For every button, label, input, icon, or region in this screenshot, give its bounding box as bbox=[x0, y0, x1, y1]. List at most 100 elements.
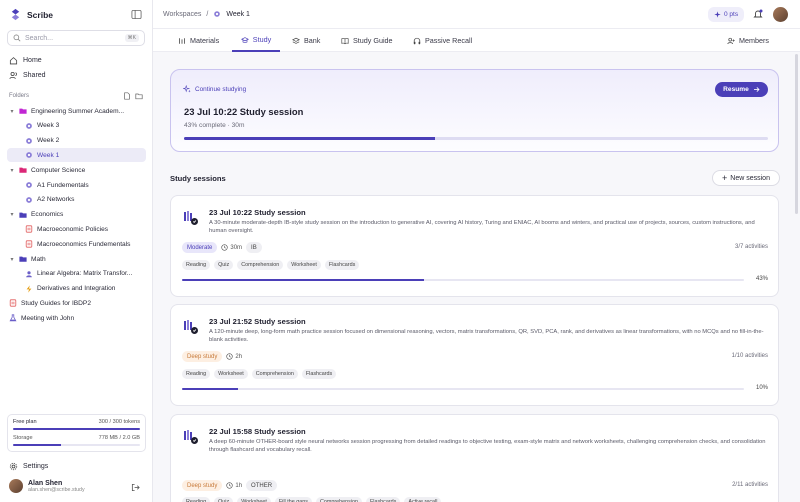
tree-item-label: Linear Algebra: Matrix Transfor... bbox=[37, 270, 133, 278]
points-badge[interactable]: 0 pts bbox=[708, 7, 745, 22]
continue-label-row: Continue studying bbox=[183, 85, 246, 93]
topbar: Workspaces / Week 1 0 pts bbox=[153, 0, 800, 29]
tree-item-label: A2 Networks bbox=[37, 196, 75, 204]
depth-badge: Moderate bbox=[182, 242, 218, 253]
session-meta: Deep study 1h OTHER bbox=[182, 480, 278, 491]
breadcrumb: Workspaces / Week 1 bbox=[163, 10, 250, 18]
continue-title: 23 Jul 10:22 Study session bbox=[184, 106, 304, 117]
brand[interactable]: Scribe bbox=[9, 8, 53, 21]
tree-item[interactable]: Study Guides for IBDP2 bbox=[7, 296, 146, 310]
clock-icon bbox=[221, 244, 228, 251]
activity-chip: Worksheet bbox=[214, 369, 248, 379]
search-placeholder: Search... bbox=[25, 34, 54, 42]
activity-count: 2/11 activities bbox=[732, 482, 768, 488]
study-session-icon bbox=[184, 211, 198, 225]
tab-materials[interactable]: Materials bbox=[178, 29, 219, 52]
chevron-down-icon[interactable]: ▾ bbox=[9, 256, 15, 263]
duration: 1h bbox=[226, 482, 242, 489]
tree-item[interactable]: Derivatives and Integration bbox=[7, 282, 146, 296]
nav-home[interactable]: Home bbox=[9, 56, 42, 65]
tree-item[interactable]: Meeting with John bbox=[7, 311, 146, 325]
document-icon bbox=[9, 299, 17, 307]
session-description: A 120-minute deep, long-form math practi… bbox=[209, 329, 764, 343]
plan-name: Free plan bbox=[13, 419, 37, 425]
chevron-down-icon[interactable]: ▾ bbox=[9, 167, 15, 174]
breadcrumb-root[interactable]: Workspaces bbox=[163, 11, 201, 18]
breadcrumb-current: Week 1 bbox=[226, 10, 250, 18]
chevron-down-icon[interactable]: ▾ bbox=[9, 211, 15, 218]
logout-icon[interactable] bbox=[131, 483, 140, 492]
user-email: alan.shen@scribe.study bbox=[28, 486, 85, 493]
person-icon bbox=[25, 270, 33, 278]
tree-item[interactable]: Week 2 bbox=[7, 134, 146, 148]
session-card[interactable]: 23 Jul 21:52 Study session A 120-minute d… bbox=[170, 304, 779, 406]
activity-chips: Reading Quiz Comprehension Worksheet Flashca… bbox=[182, 260, 360, 270]
depth-badge: Deep study bbox=[182, 351, 223, 362]
activity-chip: Fill the gaps bbox=[274, 497, 312, 502]
week-icon bbox=[214, 11, 221, 17]
tab-bank-label: Bank bbox=[304, 36, 321, 45]
tab-passive-recall[interactable]: Passive Recall bbox=[413, 29, 472, 52]
new-session-button[interactable]: + New session bbox=[712, 170, 780, 186]
folder-row[interactable]: ▾ Math bbox=[7, 252, 146, 266]
session-meta: Deep study 2h bbox=[182, 351, 242, 362]
folder-row[interactable]: ▾ Computer Science bbox=[7, 163, 146, 177]
folder-row[interactable]: ▾ Economics bbox=[7, 208, 146, 222]
user-name: Alan Shen bbox=[28, 479, 63, 487]
session-card[interactable]: 23 Jul 10:22 Study session A 30-minute mo… bbox=[170, 195, 779, 297]
notification-bell-icon[interactable] bbox=[753, 9, 763, 19]
tab-bar: Materials Study Bank Study Guide Passive… bbox=[153, 29, 800, 52]
nav-settings[interactable]: Settings bbox=[9, 462, 48, 471]
plan-storage: 778 MB / 2.0 GB bbox=[98, 435, 140, 441]
activity-chip: Active recall bbox=[404, 497, 442, 502]
week-icon bbox=[25, 151, 33, 159]
search-input[interactable]: Search... ⌘K bbox=[7, 30, 145, 46]
new-session-label: New session bbox=[730, 174, 770, 182]
activity-chip: Comprehension bbox=[237, 260, 284, 270]
tree-item[interactable]: Week 1 bbox=[7, 148, 146, 163]
tree-item[interactable]: Macroeconomics Fundementals bbox=[7, 237, 146, 251]
tree-item[interactable]: Linear Algebra: Matrix Transfor... bbox=[7, 267, 146, 281]
week-icon bbox=[25, 196, 33, 204]
sidebar-toggle-icon[interactable] bbox=[131, 9, 142, 20]
activity-chip: Flashcards bbox=[366, 497, 401, 502]
clock-icon bbox=[226, 482, 233, 489]
scrollbar[interactable] bbox=[795, 54, 798, 214]
tab-passive-recall-label: Passive Recall bbox=[425, 36, 473, 45]
folder-icon bbox=[19, 166, 27, 174]
new-file-icon[interactable] bbox=[123, 92, 131, 100]
continue-label: Continue studying bbox=[195, 85, 247, 93]
session-description: A 30-minute moderate-depth IB-style stud… bbox=[209, 220, 755, 234]
clock-icon bbox=[226, 353, 233, 360]
tree-item-label: Economics bbox=[31, 211, 64, 219]
activity-count: 3/7 activities bbox=[734, 244, 768, 250]
chevron-down-icon[interactable]: ▾ bbox=[9, 108, 15, 115]
tree-item[interactable]: A2 Networks bbox=[7, 193, 146, 207]
duration-value: 2h bbox=[235, 353, 243, 360]
tab-study[interactable]: Study bbox=[232, 29, 280, 52]
tree-item-label: Engineering Summer Academ... bbox=[31, 107, 125, 115]
tree-item-label: Macroeconomic Policies bbox=[37, 225, 109, 233]
resume-button[interactable]: Resume bbox=[715, 82, 768, 97]
members-button[interactable]: Members bbox=[727, 29, 769, 52]
nav-shared[interactable]: Shared bbox=[9, 71, 46, 80]
tree-item[interactable]: Macroeconomic Policies bbox=[7, 222, 146, 236]
board-tag: OTHER bbox=[246, 480, 278, 491]
storage-progress bbox=[13, 444, 140, 446]
flask-icon bbox=[9, 314, 17, 322]
scribe-logo-icon bbox=[11, 8, 20, 21]
tree-item[interactable]: A1 Fundementals bbox=[7, 178, 146, 192]
members-label: Members bbox=[739, 36, 769, 45]
new-folder-icon[interactable] bbox=[135, 92, 143, 100]
activity-chip: Quiz bbox=[214, 497, 234, 502]
activity-chip: Comprehension bbox=[315, 497, 362, 502]
continue-studying-card[interactable]: Continue studying 23 Jul 10:22 Study ses… bbox=[170, 69, 779, 152]
header-avatar[interactable] bbox=[773, 7, 788, 22]
tab-bank[interactable]: Bank bbox=[292, 29, 320, 52]
user-profile[interactable]: Alan Shen alan.shen@scribe.study bbox=[9, 479, 85, 493]
folder-row[interactable]: ▾ Engineering Summer Academ... bbox=[7, 104, 146, 118]
sparkle-icon bbox=[714, 11, 721, 18]
tree-item[interactable]: Week 3 bbox=[7, 119, 146, 133]
tab-study-guide[interactable]: Study Guide bbox=[341, 29, 393, 52]
session-card[interactable]: 22 Jul 15:58 Study session A deep 60-minu… bbox=[170, 414, 779, 502]
